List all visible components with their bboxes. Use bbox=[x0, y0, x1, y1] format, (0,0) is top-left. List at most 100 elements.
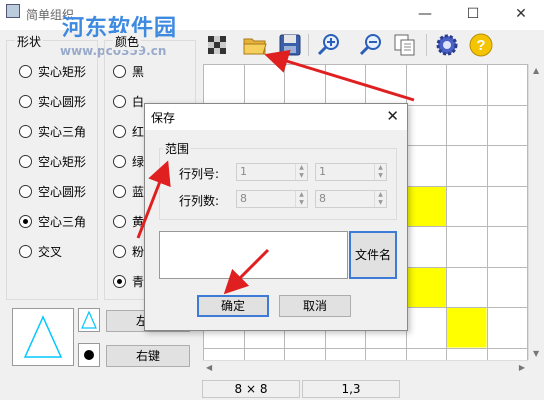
shape-group-label: 形状 bbox=[15, 33, 44, 50]
shape-radio-6[interactable]: 交叉 bbox=[19, 242, 62, 260]
shape-option-label: 空心矩形 bbox=[38, 154, 87, 169]
row-col-number-label: 行列号: bbox=[179, 167, 220, 181]
zoom-out-icon[interactable] bbox=[358, 32, 384, 58]
spinner-arrows-icon[interactable]: ▲ ▼ bbox=[295, 191, 307, 207]
color-option-label: 白 bbox=[132, 94, 145, 109]
app-icon bbox=[6, 4, 20, 18]
save-dialog: 保存 ✕ 范围 行列号: 1 ▲ ▼ 1 ▲ ▼ 行列数: 8 ▲ ▼ 8 ▲ ▼ 文件… bbox=[144, 103, 408, 331]
radio-button-icon[interactable] bbox=[19, 214, 32, 228]
color-radio-2[interactable]: 红 bbox=[113, 122, 144, 140]
row-number-spinner[interactable]: 1 ▲ ▼ bbox=[236, 163, 308, 181]
checker-icon[interactable] bbox=[204, 32, 230, 58]
shape-radio-2[interactable]: 实心三角 bbox=[19, 122, 86, 140]
black-dot-icon bbox=[84, 350, 94, 360]
shape-radio-3[interactable]: 空心矩形 bbox=[19, 152, 86, 170]
color-radio-1[interactable]: 白 bbox=[113, 92, 144, 110]
filename-textbox[interactable] bbox=[159, 231, 348, 279]
ok-button[interactable]: 确定 bbox=[197, 295, 269, 317]
scroll-down-arrow-icon[interactable]: ▼ bbox=[533, 349, 539, 358]
radio-button-icon[interactable] bbox=[19, 124, 32, 138]
col-number-value: 1 bbox=[319, 165, 326, 178]
range-group bbox=[159, 148, 397, 220]
shape-option-label: 实心三角 bbox=[38, 124, 87, 139]
close-button[interactable]: ✕ bbox=[498, 0, 544, 30]
radio-button-icon[interactable] bbox=[113, 244, 126, 258]
spinner-arrows-icon[interactable]: ▲ ▼ bbox=[374, 191, 386, 207]
shape-radio-0[interactable]: 实心矩形 bbox=[19, 62, 86, 80]
vertical-scrollbar[interactable]: ▲ ▼ bbox=[528, 64, 544, 360]
status-cursor-position: 1,3 bbox=[302, 380, 400, 398]
color-radio-4[interactable]: 蓝 bbox=[113, 182, 144, 200]
color-radio-3[interactable]: 绿 bbox=[113, 152, 144, 170]
radio-button-icon[interactable] bbox=[19, 94, 32, 108]
radio-button-icon[interactable] bbox=[19, 64, 32, 78]
toolbar: ? bbox=[200, 30, 544, 60]
color-radio-0[interactable]: 黑 bbox=[113, 62, 144, 80]
color-option-label: 黄 bbox=[132, 214, 145, 229]
spinner-arrows-icon[interactable]: ▲ ▼ bbox=[374, 164, 386, 180]
settings-gear-icon[interactable] bbox=[434, 32, 460, 58]
shape-radio-4[interactable]: 空心圆形 bbox=[19, 182, 86, 200]
color-radio-7[interactable]: 青 bbox=[113, 272, 144, 290]
left-key-preview bbox=[78, 308, 100, 332]
shape-radio-5[interactable]: 空心三角 bbox=[19, 212, 86, 230]
radio-button-icon[interactable] bbox=[113, 154, 126, 168]
cancel-button[interactable]: 取消 bbox=[279, 295, 351, 317]
radio-button-icon[interactable] bbox=[113, 274, 126, 288]
open-folder-icon[interactable] bbox=[242, 32, 268, 58]
status-grid-size: 8 × 8 bbox=[202, 380, 300, 398]
scroll-left-arrow-icon[interactable]: ◀ bbox=[206, 363, 212, 372]
radio-button-icon[interactable] bbox=[19, 154, 32, 168]
radio-button-icon[interactable] bbox=[19, 244, 32, 258]
highlighted-cell[interactable] bbox=[406, 267, 447, 308]
right-key-preview bbox=[78, 343, 100, 367]
spinner-arrows-icon[interactable]: ▲ ▼ bbox=[295, 164, 307, 180]
filename-button[interactable]: 文件名 bbox=[349, 231, 397, 279]
radio-button-icon[interactable] bbox=[113, 184, 126, 198]
shape-option-label: 实心矩形 bbox=[38, 64, 87, 79]
color-radio-6[interactable]: 粉 bbox=[113, 242, 144, 260]
color-option-label: 粉 bbox=[132, 244, 145, 259]
color-option-label: 青 bbox=[132, 274, 145, 289]
color-radio-5[interactable]: 黄 bbox=[113, 212, 144, 230]
horizontal-scrollbar[interactable]: ◀ ▶ bbox=[203, 360, 528, 376]
radio-button-icon[interactable] bbox=[113, 64, 126, 78]
dialog-close-icon[interactable]: ✕ bbox=[386, 107, 399, 125]
status-bar: 8 × 8 1,3 bbox=[0, 378, 544, 400]
shape-preview bbox=[12, 308, 74, 366]
highlighted-cell[interactable] bbox=[406, 186, 447, 227]
shape-option-label: 空心圆形 bbox=[38, 184, 87, 199]
radio-button-icon[interactable] bbox=[113, 124, 126, 138]
maximize-button[interactable]: ☐ bbox=[450, 0, 496, 30]
minimize-button[interactable]: — bbox=[402, 0, 448, 30]
rows-count-spinner[interactable]: 8 ▲ ▼ bbox=[236, 190, 308, 208]
right-key-button[interactable]: 右键 bbox=[106, 345, 190, 367]
color-group-label: 颜色 bbox=[113, 33, 142, 50]
save-disk-icon[interactable] bbox=[277, 32, 303, 58]
shape-option-label: 交叉 bbox=[38, 244, 63, 259]
svg-text:?: ? bbox=[476, 37, 485, 54]
row-number-value: 1 bbox=[240, 165, 247, 178]
radio-button-icon[interactable] bbox=[113, 94, 126, 108]
toolbar-separator bbox=[308, 34, 309, 56]
mini-triangle-icon bbox=[81, 310, 97, 329]
radio-button-icon[interactable] bbox=[113, 214, 126, 228]
highlighted-cell[interactable] bbox=[447, 308, 487, 348]
scroll-right-arrow-icon[interactable]: ▶ bbox=[519, 363, 525, 372]
color-option-label: 绿 bbox=[132, 154, 145, 169]
col-number-spinner[interactable]: 1 ▲ ▼ bbox=[315, 163, 387, 181]
copy-icon[interactable] bbox=[392, 32, 418, 58]
help-icon[interactable]: ? bbox=[468, 32, 494, 58]
shape-option-label: 空心三角 bbox=[38, 214, 87, 229]
scroll-up-arrow-icon[interactable]: ▲ bbox=[533, 66, 539, 75]
shape-radio-1[interactable]: 实心圆形 bbox=[19, 92, 86, 110]
shape-option-label: 实心圆形 bbox=[38, 94, 87, 109]
row-col-count-label: 行列数: bbox=[179, 194, 220, 208]
dialog-titlebar: 保存 ✕ bbox=[145, 104, 407, 130]
zoom-in-icon[interactable] bbox=[316, 32, 342, 58]
rows-count-value: 8 bbox=[240, 192, 247, 205]
range-label: 范围 bbox=[163, 140, 192, 157]
radio-button-icon[interactable] bbox=[19, 184, 32, 198]
cols-count-spinner[interactable]: 8 ▲ ▼ bbox=[315, 190, 387, 208]
cols-count-value: 8 bbox=[319, 192, 326, 205]
